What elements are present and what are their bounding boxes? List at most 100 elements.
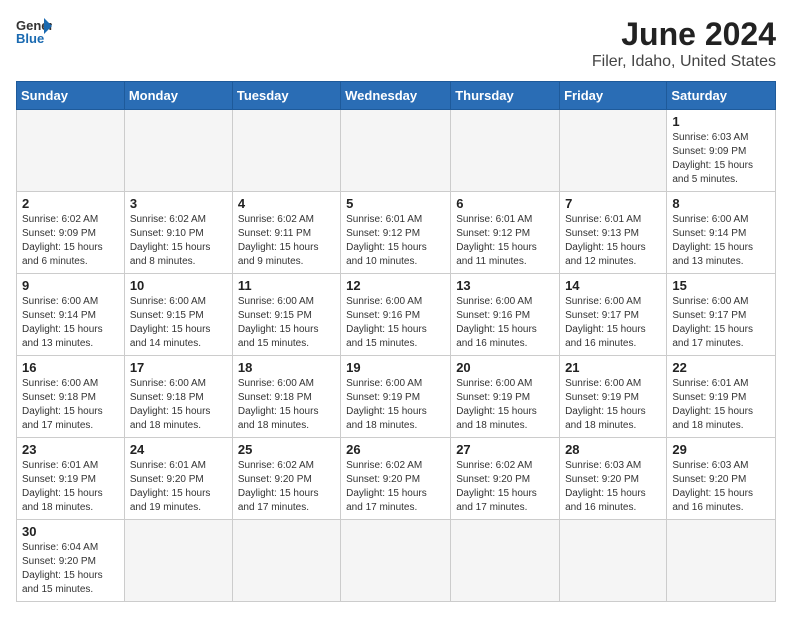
table-row: 9Sunrise: 6:00 AMSunset: 9:14 PMDaylight… (17, 274, 125, 356)
table-row: 10 Sunrise: 6:00 AMSunset: 9:15 PMDayligh… (124, 274, 232, 356)
calendar-week-row: 9Sunrise: 6:00 AMSunset: 9:14 PMDaylight… (17, 274, 776, 356)
table-row (232, 520, 340, 602)
table-row (667, 520, 776, 602)
table-row: 6Sunrise: 6:01 AMSunset: 9:12 PMDaylight… (451, 192, 560, 274)
day-number: 23 (22, 442, 119, 457)
day-info: Sunrise: 6:01 AMSunset: 9:20 PMDaylight:… (130, 459, 227, 515)
day-number: 11 (238, 278, 335, 293)
day-info: Sunrise: 6:02 AMSunset: 9:20 PMDaylight:… (456, 459, 554, 515)
day-info: Sunrise: 6:01 AMSunset: 9:19 PMDaylight:… (22, 459, 119, 515)
day-number: 24 (130, 442, 227, 457)
day-number: 14 (565, 278, 661, 293)
calendar-header-row: Sunday Monday Tuesday Wednesday Thursday… (17, 82, 776, 110)
day-info: Sunrise: 6:02 AMSunset: 9:20 PMDaylight:… (238, 459, 335, 515)
table-row: 30 Sunrise: 6:04 AMSunset: 9:20 PMDayligh… (17, 520, 125, 602)
table-row: 1 Sunrise: 6:03 AMSunset: 9:09 PMDaylight… (667, 110, 776, 192)
day-info: Sunrise: 6:00 AMSunset: 9:18 PMDaylight:… (130, 377, 227, 433)
table-row (124, 110, 232, 192)
table-row (232, 110, 340, 192)
table-row: 25 Sunrise: 6:02 AMSunset: 9:20 PMDayligh… (232, 438, 340, 520)
col-sunday: Sunday (17, 82, 125, 110)
table-row: 2 Sunrise: 6:02 AMSunset: 9:09 PMDaylight… (17, 192, 125, 274)
table-row: 18Sunrise: 6:00 AMSunset: 9:18 PMDayligh… (232, 356, 340, 438)
table-row: 16Sunrise: 6:00 AMSunset: 9:18 PMDayligh… (17, 356, 125, 438)
calendar-week-row: 1 Sunrise: 6:03 AMSunset: 9:09 PMDaylight… (17, 110, 776, 192)
table-row: 17Sunrise: 6:00 AMSunset: 9:18 PMDayligh… (124, 356, 232, 438)
day-number: 10 (130, 278, 227, 293)
table-row: 8Sunrise: 6:00 AMSunset: 9:14 PMDaylight… (667, 192, 776, 274)
table-row (124, 520, 232, 602)
calendar-week-row: 16 Sunrise: 6:00 AMSunset: 9:18 PMDayligh… (17, 356, 776, 438)
day-info: Sunrise: 6:00 AMSunset: 9:15 PMDaylight:… (130, 295, 227, 351)
day-number: 4 (238, 196, 335, 211)
table-row: 15 Sunrise: 6:00 AMSunset: 9:17 PMDayligh… (667, 274, 776, 356)
day-number: 25 (238, 442, 335, 457)
col-thursday: Thursday (451, 82, 560, 110)
day-info: Sunrise: 6:02 AMSunset: 9:10 PMDaylight:… (130, 213, 227, 269)
table-row: 28Sunrise: 6:03 AMSunset: 9:20 PMDayligh… (560, 438, 667, 520)
day-info: Sunrise: 6:00 AMSunset: 9:19 PMDaylight:… (346, 377, 445, 433)
col-friday: Friday (560, 82, 667, 110)
day-number: 7 (565, 196, 661, 211)
calendar-week-row: 2 Sunrise: 6:02 AMSunset: 9:09 PMDaylight… (17, 192, 776, 274)
day-info: Sunrise: 6:01 AMSunset: 9:12 PMDaylight:… (456, 213, 554, 269)
table-row: 24 Sunrise: 6:01 AMSunset: 9:20 PMDayligh… (124, 438, 232, 520)
table-row: 3 Sunrise: 6:02 AMSunset: 9:10 PMDaylight… (124, 192, 232, 274)
table-row: 22Sunrise: 6:01 AMSunset: 9:19 PMDayligh… (667, 356, 776, 438)
day-info: Sunrise: 6:00 AMSunset: 9:16 PMDaylight:… (346, 295, 445, 351)
day-number: 21 (565, 360, 661, 375)
table-row (451, 110, 560, 192)
day-info: Sunrise: 6:03 AMSunset: 9:09 PMDaylight:… (672, 131, 770, 187)
day-info: Sunrise: 6:00 AMSunset: 9:19 PMDaylight:… (456, 377, 554, 433)
table-row: 21Sunrise: 6:00 AMSunset: 9:19 PMDayligh… (560, 356, 667, 438)
table-row (560, 520, 667, 602)
day-number: 19 (346, 360, 445, 375)
day-number: 1 (672, 114, 770, 129)
day-number: 29 (672, 442, 770, 457)
day-info: Sunrise: 6:00 AMSunset: 9:18 PMDaylight:… (238, 377, 335, 433)
day-number: 22 (672, 360, 770, 375)
calendar-title: June 2024 (592, 16, 776, 53)
table-row (341, 110, 451, 192)
day-info: Sunrise: 6:04 AMSunset: 9:20 PMDaylight:… (22, 541, 119, 597)
day-number: 30 (22, 524, 119, 539)
day-info: Sunrise: 6:00 AMSunset: 9:16 PMDaylight:… (456, 295, 554, 351)
calendar-week-row: 23 Sunrise: 6:01 AMSunset: 9:19 PMDayligh… (17, 438, 776, 520)
table-row: 14 Sunrise: 6:00 AMSunset: 9:17 PMDayligh… (560, 274, 667, 356)
calendar-subtitle: Filer, Idaho, United States (592, 53, 776, 71)
table-row: 19 Sunrise: 6:00 AMSunset: 9:19 PMDayligh… (341, 356, 451, 438)
calendar-title-area: June 2024 Filer, Idaho, United States (592, 16, 776, 71)
table-row: 4Sunrise: 6:02 AMSunset: 9:11 PMDaylight… (232, 192, 340, 274)
col-saturday: Saturday (667, 82, 776, 110)
table-row (560, 110, 667, 192)
table-row: 26Sunrise: 6:02 AMSunset: 9:20 PMDayligh… (341, 438, 451, 520)
day-info: Sunrise: 6:00 AMSunset: 9:14 PMDaylight:… (22, 295, 119, 351)
day-info: Sunrise: 6:00 AMSunset: 9:17 PMDaylight:… (672, 295, 770, 351)
page-header: General Blue June 2024 Filer, Idaho, Uni… (16, 16, 776, 71)
table-row: 7Sunrise: 6:01 AMSunset: 9:13 PMDaylight… (560, 192, 667, 274)
table-row: 20Sunrise: 6:00 AMSunset: 9:19 PMDayligh… (451, 356, 560, 438)
day-number: 27 (456, 442, 554, 457)
table-row: 12Sunrise: 6:00 AMSunset: 9:16 PMDayligh… (341, 274, 451, 356)
day-number: 26 (346, 442, 445, 457)
day-number: 16 (22, 360, 119, 375)
day-info: Sunrise: 6:00 AMSunset: 9:17 PMDaylight:… (565, 295, 661, 351)
day-info: Sunrise: 6:00 AMSunset: 9:15 PMDaylight:… (238, 295, 335, 351)
day-info: Sunrise: 6:03 AMSunset: 9:20 PMDaylight:… (565, 459, 661, 515)
day-info: Sunrise: 6:03 AMSunset: 9:20 PMDaylight:… (672, 459, 770, 515)
day-number: 15 (672, 278, 770, 293)
table-row: 27 Sunrise: 6:02 AMSunset: 9:20 PMDayligh… (451, 438, 560, 520)
day-number: 3 (130, 196, 227, 211)
day-number: 13 (456, 278, 554, 293)
col-wednesday: Wednesday (341, 82, 451, 110)
day-number: 2 (22, 196, 119, 211)
day-number: 5 (346, 196, 445, 211)
col-tuesday: Tuesday (232, 82, 340, 110)
calendar-table: Sunday Monday Tuesday Wednesday Thursday… (16, 81, 776, 602)
table-row: 13 Sunrise: 6:00 AMSunset: 9:16 PMDayligh… (451, 274, 560, 356)
day-number: 8 (672, 196, 770, 211)
table-row (17, 110, 125, 192)
calendar-week-row: 30 Sunrise: 6:04 AMSunset: 9:20 PMDayligh… (17, 520, 776, 602)
day-info: Sunrise: 6:02 AMSunset: 9:09 PMDaylight:… (22, 213, 119, 269)
table-row: 11 Sunrise: 6:00 AMSunset: 9:15 PMDayligh… (232, 274, 340, 356)
